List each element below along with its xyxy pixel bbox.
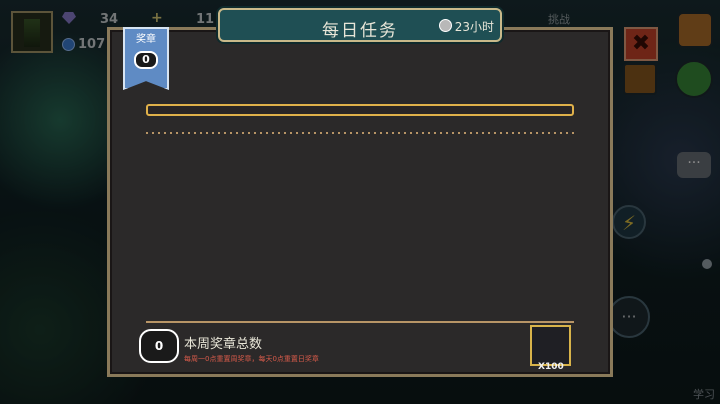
medal-progress-bar: [146, 104, 574, 116]
title-bar: 每日任务 23小时: [218, 8, 502, 42]
reset-timer: 23小时: [438, 18, 494, 35]
weekly-medal-title: 本周奖章总数: [184, 337, 263, 352]
clock-icon: [438, 19, 452, 32]
dialog-title: 每日任务: [322, 21, 398, 41]
reset-note: 每周一0点重置周奖章，每天0点重置日奖章: [184, 355, 319, 363]
weekly-medal-count: 0: [139, 329, 179, 363]
reward-quantity: X100: [538, 362, 564, 372]
divider-top: [146, 132, 574, 134]
divider-bottom: [146, 321, 574, 323]
medal-count: 0: [134, 51, 158, 69]
medal-ribbon: 奖章 0: [123, 27, 169, 90]
medal-ribbon-label: 奖章: [136, 34, 156, 45]
timer-text: 23小时: [454, 20, 494, 34]
reward-slot[interactable]: [530, 325, 571, 366]
